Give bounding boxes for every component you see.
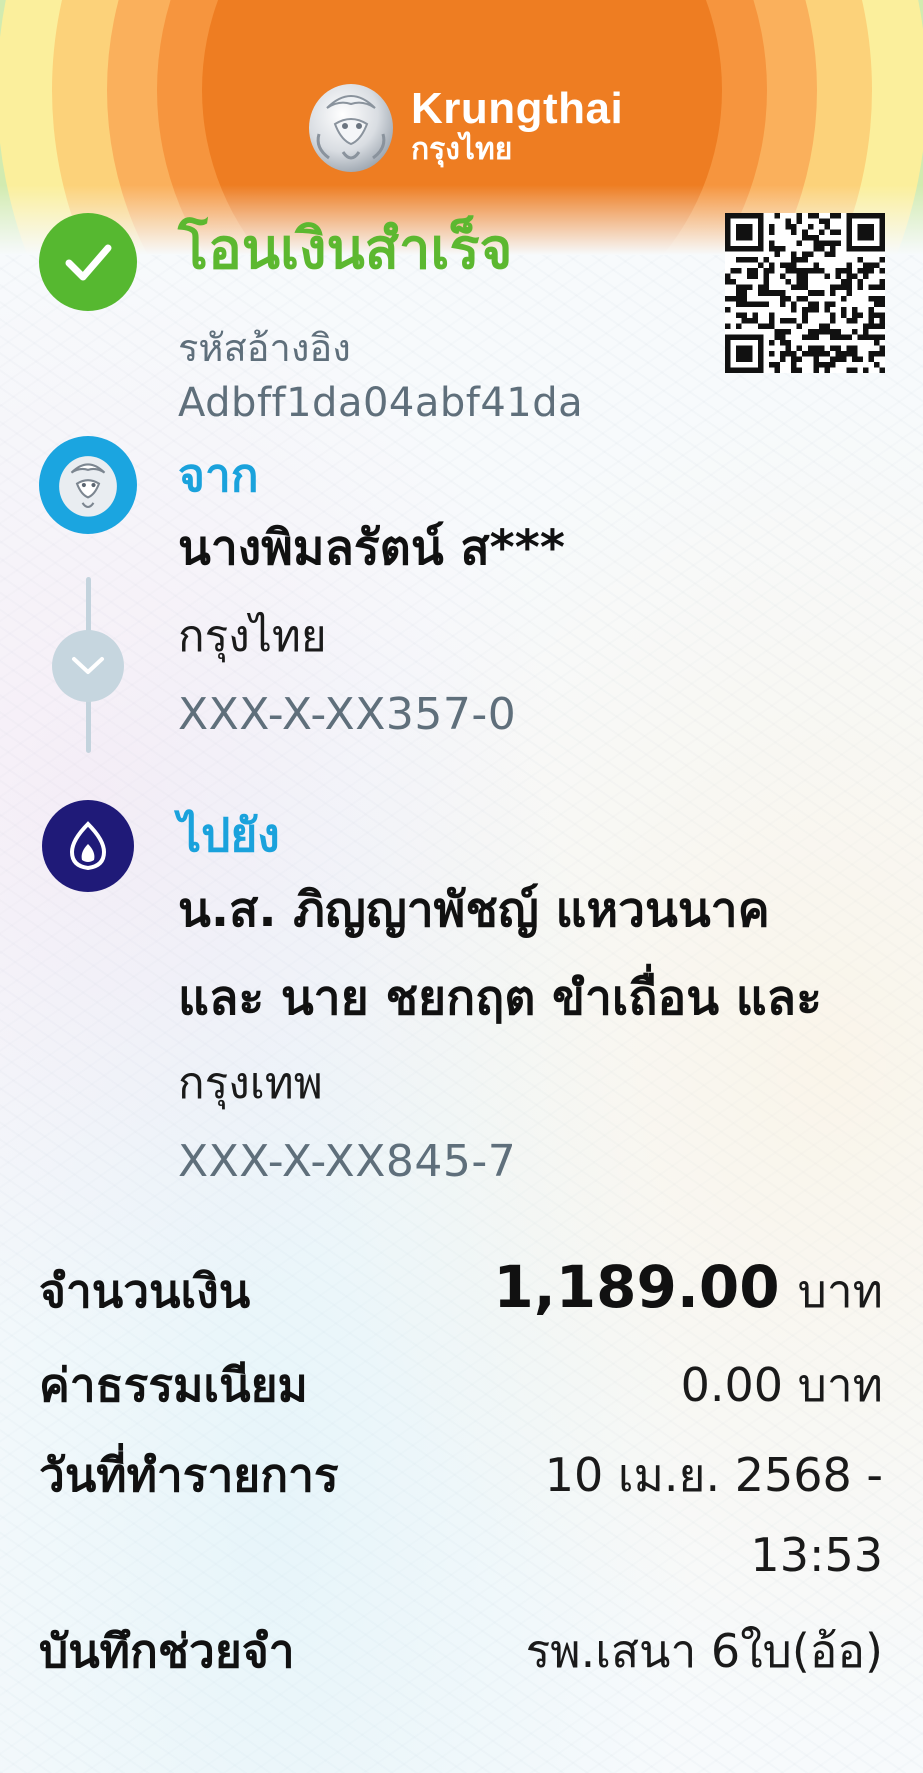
status-title: โอนเงินสำเร็จ	[178, 217, 513, 282]
date-value-line1: 10 เม.ย. 2568 -	[544, 1448, 883, 1502]
reference-value: Adbff1da04abf41da	[178, 380, 584, 426]
date-label: วันที่ทำรายการ	[39, 1448, 339, 1502]
recipient-name-line1: น.ส. ภิญญาพัชญ์ แหวนนาค	[178, 882, 770, 938]
krungthai-bird-icon	[305, 78, 397, 174]
krungthai-logo: Krungthai กรุงไทย	[305, 78, 623, 174]
sender-name: นางพิมลรัตน์ ส***	[178, 520, 565, 576]
sender-bank: กรุงไทย	[178, 611, 327, 662]
recipient-name-line2: และ นาย ชยกฤต ขำเถื่อน และ	[178, 970, 822, 1026]
recipient-bank: กรุงเทพ	[178, 1058, 323, 1109]
to-label: ไปยัง	[178, 808, 280, 862]
qr-code-icon[interactable]	[725, 213, 885, 373]
from-label: จาก	[178, 448, 259, 502]
fee-label: ค่าธรรมเนียม	[39, 1358, 308, 1412]
reference-label: รหัสอ้างอิง	[178, 326, 351, 370]
sender-account: XXX-X-XX357-0	[178, 689, 517, 740]
memo-label: บันทึกช่วยจำ	[39, 1624, 295, 1678]
fee-value: 0.00 บาท	[680, 1358, 883, 1412]
amount-value-row: 1,189.00 บาท	[493, 1258, 883, 1316]
check-icon	[39, 213, 137, 311]
amount-unit: บาท	[797, 1264, 883, 1318]
chevron-down-icon	[52, 630, 124, 702]
amount-label: จำนวนเงิน	[39, 1264, 251, 1318]
memo-value: รพ.เสนา 6ใบ(อ้อ)	[525, 1624, 883, 1678]
amount-value: 1,189.00	[493, 1253, 780, 1321]
date-value-line2: 13:53	[750, 1528, 883, 1582]
recipient-account: XXX-X-XX845-7	[178, 1136, 517, 1187]
bangkok-bank-logo-icon	[42, 800, 134, 892]
brand-name-th: กรุงไทย	[411, 133, 513, 166]
brand-name-en: Krungthai	[411, 84, 624, 133]
krungthai-logo-icon	[39, 436, 137, 534]
